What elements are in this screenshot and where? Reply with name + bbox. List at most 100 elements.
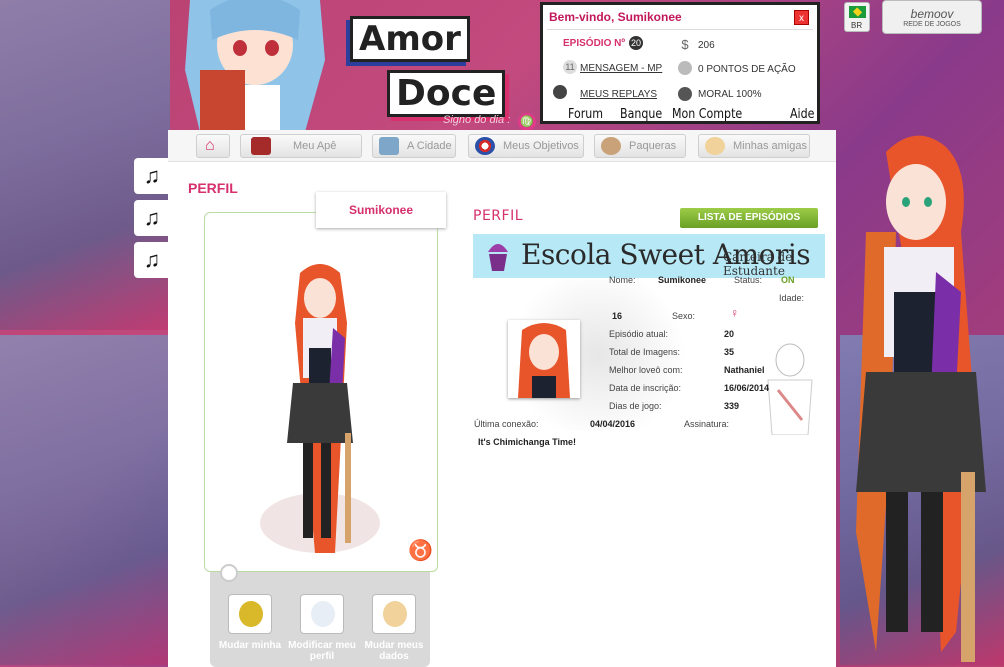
name-label: Nome:	[609, 275, 636, 285]
virgo-icon[interactable]: ♍	[518, 113, 536, 131]
tab-the-city[interactable]: A Cidade	[372, 134, 456, 158]
signature-label: Assinatura:	[684, 419, 730, 429]
action-label: Mudar meus dados	[364, 640, 424, 662]
change-data-button[interactable]	[372, 594, 416, 634]
episode-label: Episódio atual:	[609, 329, 669, 339]
home-icon: ⌂	[205, 137, 215, 154]
dollar-icon: $	[681, 37, 689, 52]
action-points-icon	[678, 61, 692, 75]
name-value: Sumikonee	[658, 275, 707, 285]
action-points-text: 0 PONTOS DE AÇÃO	[698, 64, 796, 75]
student-card-header: Escola Sweet Amoris Carteira de Estudant…	[473, 234, 825, 278]
days-label: Dias de jogo:	[609, 401, 662, 411]
tab-label: Meu Apê	[293, 140, 337, 152]
card-type: Carteira de Estudante	[723, 250, 793, 278]
portrait-icon	[383, 601, 407, 627]
signup-value: 16/06/2014	[724, 383, 770, 393]
padlock-icon	[239, 601, 263, 627]
character-illustration-topleft	[185, 0, 325, 132]
player-avatar	[260, 264, 380, 553]
student-photo-image	[508, 320, 580, 398]
friend-portrait-icon	[705, 137, 725, 155]
username-tag: Sumikonee	[316, 192, 446, 228]
female-icon: ♀	[730, 306, 739, 320]
age-label: Idade:	[779, 293, 805, 303]
change-outfit-button[interactable]	[228, 594, 272, 634]
messages-count-badge: 11	[563, 60, 577, 74]
target-icon	[475, 137, 495, 155]
music-toggle-button[interactable]: ♫	[134, 158, 170, 194]
tab-label: A Cidade	[407, 140, 452, 152]
money-value: 206	[698, 40, 715, 51]
tab-label: Paqueras	[629, 140, 677, 152]
nav-help[interactable]: Aide	[790, 107, 814, 122]
nav-forum[interactable]: Forum	[568, 107, 603, 122]
episode-number-badge: 20	[629, 36, 643, 50]
main-nav-tabs: ⌂ Meu Apê A Cidade Meus Objetivos Paquer…	[168, 130, 836, 162]
last-login-label: Última conexão:	[474, 419, 539, 429]
edit-profile-button[interactable]	[300, 594, 344, 634]
music-toggle-button[interactable]: ♫	[134, 242, 170, 278]
logo-word-2: Doce	[387, 70, 506, 117]
nav-bank[interactable]: Banque	[620, 107, 662, 122]
signature-value: It's Chimichanga Time!	[478, 437, 576, 447]
nav-my-account[interactable]: Mon Compte	[672, 107, 742, 122]
avatar-radio[interactable]	[220, 564, 238, 582]
sex-label: Sexo:	[672, 311, 696, 321]
tab-my-apartment[interactable]: Meu Apê	[240, 134, 362, 158]
cupcake-icon	[488, 244, 508, 271]
action-label: Mudar minha	[218, 640, 282, 651]
divider	[547, 29, 813, 30]
bemoov-logo: bemoov	[910, 7, 954, 21]
replays-link[interactable]: MEUS REPLAYS	[580, 89, 657, 100]
close-icon[interactable]: x	[794, 10, 809, 25]
signup-label: Data de inscrição:	[609, 383, 682, 393]
love-label: Melhor loveô com:	[609, 365, 683, 375]
amor-doce-logo[interactable]: Amor Doce	[345, 8, 506, 128]
sofa-icon	[251, 137, 271, 155]
brazil-flag-icon	[849, 6, 866, 18]
logo-word-1: Amor	[350, 16, 470, 62]
messages-link[interactable]: MENSAGEM - MP	[580, 63, 662, 74]
episode-value: 20	[724, 329, 735, 339]
tab-crushes[interactable]: Paqueras	[594, 134, 686, 158]
tab-label: Minhas amigas	[733, 140, 807, 152]
welcome-title: Bem-vindo, Sumikonee	[549, 10, 682, 24]
music-toggle-button[interactable]: ♫	[134, 200, 170, 236]
age-value: 16	[612, 311, 623, 321]
replay-icon	[553, 85, 567, 99]
tab-home[interactable]: ⌂	[196, 134, 230, 158]
language-selector[interactable]: BR	[844, 2, 870, 32]
episode-label: EPISÓDIO Nº	[563, 38, 625, 49]
action-label: Modificar meu perfil	[288, 640, 356, 662]
sign-of-day-label: Signo do dia :	[443, 114, 511, 126]
crush-portrait-icon	[601, 137, 621, 155]
main-panel: ⌂ Meu Apê A Cidade Meus Objetivos Paquer…	[168, 130, 836, 667]
profile-actions-strip: Mudar minha Modificar meu perfil Mudar m…	[210, 572, 430, 667]
background-tile	[0, 335, 170, 665]
days-value: 339	[724, 401, 740, 411]
images-label: Total de Imagens:	[609, 347, 681, 357]
status-label: Status:	[734, 275, 763, 285]
bemoov-tagline: REDE DE JOGOS	[903, 21, 961, 28]
tab-label: Meus Objetivos	[503, 140, 579, 152]
welcome-panel: Bem-vindo, Sumikonee x EPISÓDIO Nº 20 $ …	[540, 2, 820, 124]
episodes-list-button[interactable]: LISTA DE EPISÓDIOS	[680, 208, 818, 228]
tab-my-objectives[interactable]: Meus Objetivos	[468, 134, 584, 158]
images-value: 35	[724, 347, 735, 357]
character-illustration-right	[856, 135, 986, 662]
pen-icon	[311, 601, 335, 627]
last-login-value: 04/04/2016	[590, 419, 636, 429]
tab-my-friends[interactable]: Minhas amigas	[698, 134, 810, 158]
taurus-icon: ♉	[408, 540, 433, 562]
status-value: ON	[781, 275, 795, 285]
card-section-title: PERFIL	[473, 208, 523, 224]
city-icon	[379, 137, 399, 155]
avatar-frame	[204, 212, 438, 572]
language-code: BR	[851, 21, 863, 30]
bemoov-network-button[interactable]: bemoov REDE DE JOGOS	[882, 0, 982, 34]
moral-icon	[678, 87, 692, 101]
page-title: PERFIL	[188, 180, 238, 196]
moral-text: MORAL 100%	[698, 89, 762, 100]
love-value: Nathaniel	[724, 365, 765, 375]
